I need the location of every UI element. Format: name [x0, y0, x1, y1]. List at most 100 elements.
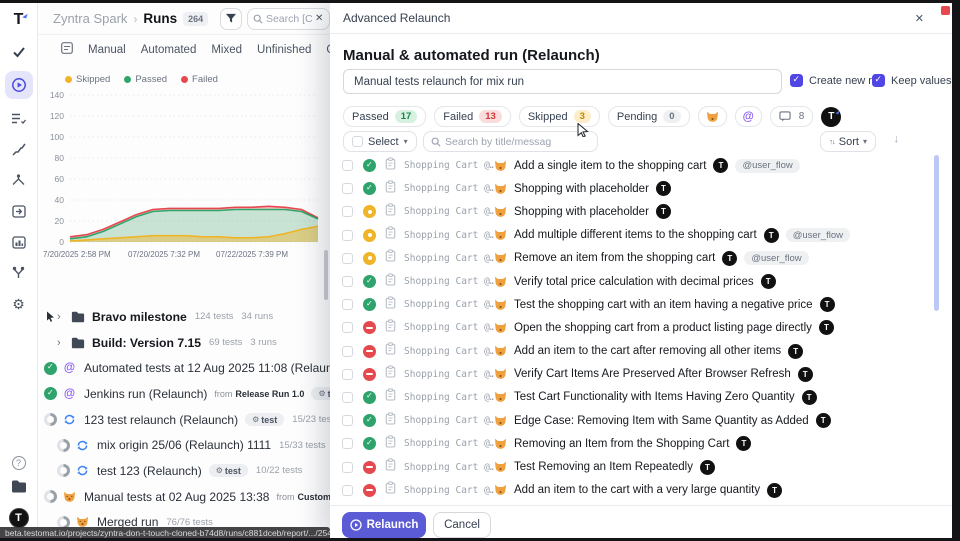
runs-search-box[interactable] [247, 8, 330, 30]
run-tree-row[interactable]: Manual tests at 02 Aug 2025 13:38 from C… [38, 484, 330, 510]
legend-passed[interactable]: Passed [124, 74, 167, 85]
relaunch-button[interactable]: Relaunch [342, 512, 426, 538]
run-tree-row[interactable]: 123 test relaunch (Relaunch) test 15/23 … [38, 407, 330, 433]
manual-test-icon [494, 206, 508, 218]
row-checkbox[interactable] [342, 160, 353, 171]
runs-play-icon[interactable] [5, 71, 33, 99]
clear-search-icon[interactable] [315, 13, 323, 24]
tab-automated[interactable]: Automated [141, 44, 197, 56]
import-icon[interactable] [5, 199, 33, 223]
chevron-right-icon[interactable] [57, 311, 70, 323]
filter-button[interactable] [220, 8, 242, 30]
breadcrumb-project[interactable]: Zyntra Spark [53, 11, 127, 26]
run-name-input[interactable] [343, 69, 782, 94]
suite-name: Shopping Cart @… [404, 485, 494, 496]
test-row[interactable]: Shopping Cart @… Shopping with placehold… [330, 177, 952, 200]
runs-search-input[interactable] [266, 13, 312, 25]
test-row[interactable]: Shopping Cart @… Edge Case: Removing Ite… [330, 409, 952, 432]
cancel-button[interactable]: Cancel [433, 512, 491, 538]
test-row[interactable]: Shopping Cart @… Test Removing an Item R… [330, 455, 952, 478]
list-scrollbar[interactable] [934, 155, 939, 311]
row-checkbox[interactable] [342, 299, 353, 310]
run-tree-row[interactable]: Automated tests at 12 Aug 2025 11:08 (Re… [38, 355, 330, 381]
comments-chip[interactable]: 8 [770, 106, 814, 127]
manual-filter-chip[interactable] [698, 106, 727, 127]
list-search-input[interactable] [445, 136, 590, 148]
run-tree-row[interactable]: test 123 (Relaunch) test 10/22 tests [38, 458, 330, 484]
row-checkbox[interactable] [342, 369, 353, 380]
test-row[interactable]: Shopping Cart @… Removing an Item from t… [330, 432, 952, 455]
row-checkbox[interactable] [342, 230, 353, 241]
keep-values-option[interactable]: Keep values [872, 74, 960, 87]
test-list-icon[interactable] [5, 106, 33, 130]
app-logo[interactable]: T [14, 11, 24, 33]
test-row[interactable]: Shopping Cart @… Test Cart Functionality… [330, 386, 952, 409]
select-dropdown[interactable]: Select [343, 131, 417, 152]
row-checkbox[interactable] [342, 276, 353, 287]
help-icon[interactable] [12, 456, 26, 470]
create-new-run-option[interactable]: Create new run [790, 74, 884, 87]
run-tree-row[interactable]: Build: Version 7.15 69 tests 3 runs [38, 330, 330, 356]
analytics-pulse-icon[interactable] [5, 168, 33, 192]
projects-folder-icon[interactable] [11, 480, 27, 498]
tab-manual[interactable]: Manual [88, 44, 126, 56]
user-avatar[interactable]: T [9, 508, 29, 528]
test-row[interactable]: Shopping Cart @… Test the shopping cart … [330, 293, 952, 316]
row-checkbox[interactable] [342, 392, 353, 403]
row-checkbox[interactable] [342, 206, 353, 217]
row-checkbox[interactable] [342, 462, 353, 473]
close-icon[interactable] [915, 12, 924, 25]
run-tree-row[interactable]: mix origin 25/06 (Relaunch) 1111 15/33 t… [38, 432, 330, 458]
test-row[interactable]: Shopping Cart @… Add a single item to th… [330, 154, 952, 177]
report-image-icon[interactable] [5, 230, 33, 254]
legend-skipped[interactable]: Skipped [65, 74, 110, 85]
test-row[interactable]: Shopping Cart @… Add multiple different … [330, 224, 952, 247]
run-tree-row[interactable]: Bravo milestone 124 tests 34 runs [38, 304, 330, 330]
test-row[interactable]: Shopping Cart @… Verify Cart Items Are P… [330, 363, 952, 386]
status-chip[interactable]: Failed 13 [434, 106, 511, 127]
breadcrumb-section[interactable]: Runs [143, 11, 177, 26]
chevron-right-icon[interactable] [57, 337, 70, 349]
test-row[interactable]: Shopping Cart @… Open the shopping cart … [330, 316, 952, 339]
test-row[interactable]: Shopping Cart @… Verify total price calc… [330, 270, 952, 293]
test-row[interactable]: Shopping Cart @… Add an item to the cart… [330, 340, 952, 363]
list-search-box[interactable] [423, 131, 598, 152]
tab-unfinished[interactable]: Unfinished [257, 44, 311, 56]
row-checkbox[interactable] [342, 485, 353, 496]
select-all-checkbox[interactable] [352, 136, 363, 147]
row-checkbox[interactable] [342, 253, 353, 264]
status-chip[interactable]: Pending 0 [608, 106, 690, 127]
status-chip[interactable]: Passed 17 [343, 106, 426, 127]
tasks-check-icon[interactable] [5, 40, 33, 64]
manual-test-icon [494, 160, 508, 172]
assignee-avatar-chip[interactable]: T [821, 107, 841, 127]
steps-trend-icon[interactable] [5, 137, 33, 161]
settings-gear-icon[interactable]: ⚙ [5, 292, 33, 316]
inprogress-status-icon [57, 439, 70, 452]
record-indicator-icon [941, 6, 950, 15]
run-tree-row[interactable]: Jenkins run (Relaunch) from Release Run … [38, 381, 330, 407]
app-window: T ⚙ T Zyntra Spark › Runs 264 [0, 0, 960, 541]
panel-scrollbar[interactable] [324, 250, 328, 300]
row-checkbox[interactable] [342, 322, 353, 333]
legend-failed[interactable]: Failed [181, 74, 218, 85]
row-checkbox[interactable] [342, 415, 353, 426]
tab-mixed[interactable]: Mixed [211, 44, 242, 56]
clipboard-icon [385, 435, 397, 453]
customize-tabs-icon[interactable] [61, 41, 73, 59]
area-chart: 0204060801001201407/20/2025 2:58 PM07/20… [40, 90, 324, 262]
row-checkbox[interactable] [342, 183, 353, 194]
test-row[interactable]: Shopping Cart @… Add an item to the cart… [330, 479, 952, 502]
test-row[interactable]: Shopping Cart @… Remove an item from the… [330, 247, 952, 270]
branch-icon[interactable] [5, 261, 33, 285]
row-checkbox[interactable] [342, 438, 353, 449]
download-arrow-icon[interactable] [894, 133, 900, 145]
create-new-run-checkbox[interactable] [790, 74, 803, 87]
keep-values-checkbox[interactable] [872, 74, 885, 87]
automated-icon [743, 111, 754, 123]
test-row[interactable]: Shopping Cart @… Shopping with placehold… [330, 200, 952, 223]
sort-dropdown[interactable]: Sort [820, 131, 876, 152]
row-checkbox[interactable] [342, 346, 353, 357]
automated-filter-chip[interactable] [735, 106, 762, 127]
svg-text:0: 0 [59, 237, 64, 247]
